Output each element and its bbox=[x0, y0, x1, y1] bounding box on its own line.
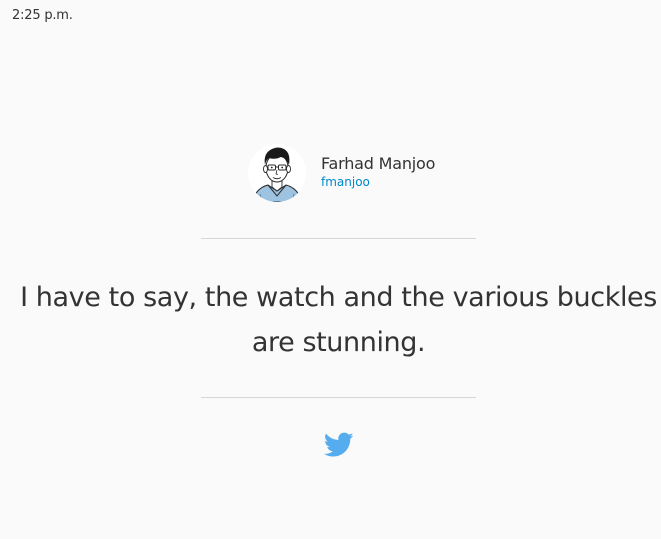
top-divider bbox=[201, 238, 476, 239]
bottom-divider bbox=[201, 397, 476, 398]
author-name: Farhad Manjoo bbox=[321, 153, 436, 173]
post-timestamp: 2:25 p.m. bbox=[12, 8, 73, 23]
twitter-bird-svg bbox=[323, 432, 354, 457]
author-handle-link[interactable]: fmanjoo bbox=[321, 174, 435, 190]
author-text: Farhad Manjoo fmanjoo bbox=[321, 154, 435, 190]
quote-text: I have to say, the watch and the various… bbox=[20, 282, 657, 358]
author-block: Farhad Manjoo fmanjoo bbox=[248, 144, 435, 202]
author-avatar[interactable] bbox=[248, 144, 306, 202]
twitter-bird-icon[interactable] bbox=[323, 432, 354, 458]
avatar-illustration-icon bbox=[248, 144, 306, 202]
live-blog-entry: 2:25 p.m. Farhad Manjoo fmanjoo I have t… bbox=[0, 0, 661, 539]
